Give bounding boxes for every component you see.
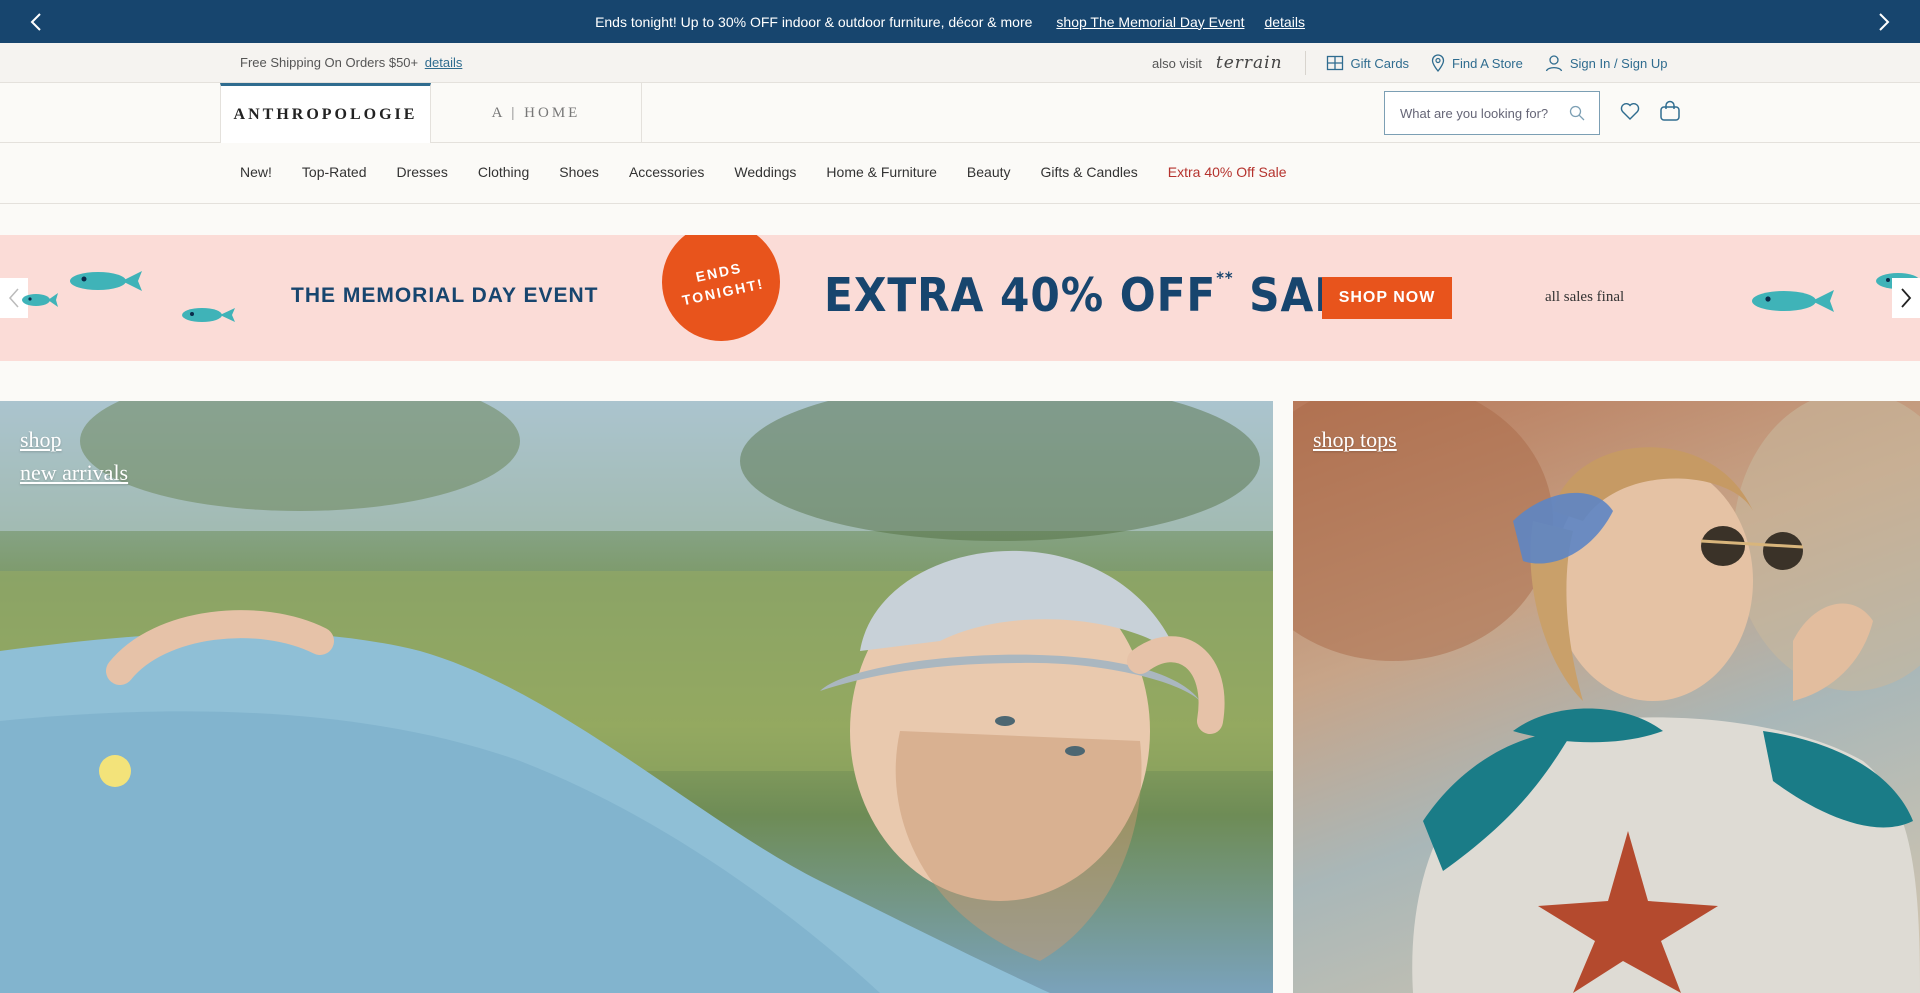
memorial-day-banner[interactable]: THE MEMORIAL DAY EVENT ENDS TONIGHT! EXT… — [0, 235, 1920, 361]
wishlist-heart-icon[interactable] — [1620, 102, 1640, 125]
event-title: THE MEMORIAL DAY EVENT — [291, 284, 599, 307]
promo-prev-arrow-icon[interactable] — [25, 10, 49, 34]
site-header: ANTHROPOLOGIE A | HOME — [0, 83, 1920, 143]
gift-cards-label: Gift Cards — [1350, 55, 1410, 71]
nav-item-dresses[interactable]: Dresses — [397, 164, 448, 180]
fish-icon — [1752, 290, 1834, 312]
sale-mark: ** — [1216, 268, 1234, 287]
sign-in-link[interactable]: Sign In / Sign Up — [1545, 54, 1668, 72]
hero-new-arrivals[interactable]: shop new arrivals — [0, 401, 1273, 993]
sign-in-label: Sign In / Sign Up — [1569, 55, 1668, 71]
nav-item-gifts-candles[interactable]: Gifts & Candles — [1041, 164, 1138, 180]
sale-headline: EXTRA 40% OFF** SALE — [824, 268, 1372, 322]
nav-item-weddings[interactable]: Weddings — [734, 164, 796, 180]
search-box — [1384, 91, 1600, 135]
shipping-details-link[interactable]: details — [425, 55, 463, 70]
hero-shop-tops[interactable]: shop tops — [1293, 401, 1920, 993]
shop-tops-link[interactable]: shop tops — [1313, 423, 1397, 456]
cta-line-2: new arrivals — [20, 460, 129, 485]
shipping-text: Free Shipping On Orders $50+ — [240, 55, 419, 70]
gift-card-icon — [1326, 55, 1343, 71]
ahome-logo-tab[interactable]: A | HOME — [431, 83, 642, 143]
gift-cards-link[interactable]: Gift Cards — [1326, 54, 1410, 72]
banner-next-arrow-icon[interactable] — [1892, 278, 1920, 318]
divider — [1304, 51, 1306, 75]
nav-item-sale[interactable]: Extra 40% Off Sale — [1168, 164, 1287, 180]
free-shipping: Free Shipping On Orders $50+ details — [240, 55, 462, 70]
nav-item-top-rated[interactable]: Top-Rated — [302, 164, 367, 180]
terrain-logo-link[interactable]: terrain — [1216, 53, 1283, 73]
anthropologie-logo-tab[interactable]: ANTHROPOLOGIE — [220, 83, 431, 143]
search-input[interactable] — [1400, 105, 1560, 121]
search-icon[interactable] — [1569, 105, 1585, 126]
utility-bar: Free Shipping On Orders $50+ details als… — [0, 43, 1920, 83]
nav-item-shoes[interactable]: Shoes — [559, 164, 599, 180]
nav-item-accessories[interactable]: Accessories — [629, 164, 704, 180]
promo-event-link[interactable]: shop The Memorial Day Event — [1056, 14, 1244, 30]
nav-item-beauty[interactable]: Beauty — [967, 164, 1011, 180]
cta-line-1: shop — [20, 427, 62, 452]
promo-next-arrow-icon[interactable] — [1871, 10, 1895, 34]
hero-photo-woman-starfish-sweater — [1293, 401, 1920, 993]
nav-item-new[interactable]: New! — [240, 164, 272, 180]
fish-icon — [22, 293, 58, 307]
main-navigation: New! Top-Rated Dresses Clothing Shoes Ac… — [0, 143, 1920, 204]
promo-bar: Ends tonight! Up to 30% OFF indoor & out… — [0, 0, 1920, 43]
nav-item-clothing[interactable]: Clothing — [478, 164, 529, 180]
ends-tonight-badge: ENDS TONIGHT! — [651, 235, 791, 352]
sales-final-note: all sales final — [1545, 289, 1625, 305]
sale-text: EXTRA 40% OFF — [824, 268, 1217, 322]
hero-photo-woman-in-hat — [0, 401, 1273, 993]
promo-details-link[interactable]: details — [1264, 14, 1304, 30]
find-store-label: Find A Store — [1452, 55, 1523, 71]
shop-now-button[interactable]: SHOP NOW — [1322, 277, 1452, 319]
promo-message: Ends tonight! Up to 30% OFF indoor & out… — [595, 13, 1033, 30]
nav-item-home-furniture[interactable]: Home & Furniture — [826, 164, 936, 180]
also-visit-label: also visit — [1152, 55, 1202, 71]
fish-icon — [182, 308, 235, 322]
location-pin-icon — [1431, 54, 1445, 72]
user-icon — [1545, 55, 1563, 72]
shopping-bag-icon[interactable] — [1659, 100, 1681, 127]
find-store-link[interactable]: Find A Store — [1431, 54, 1523, 72]
shop-new-arrivals-link[interactable]: shop new arrivals — [20, 423, 128, 489]
fish-icon — [70, 271, 142, 291]
